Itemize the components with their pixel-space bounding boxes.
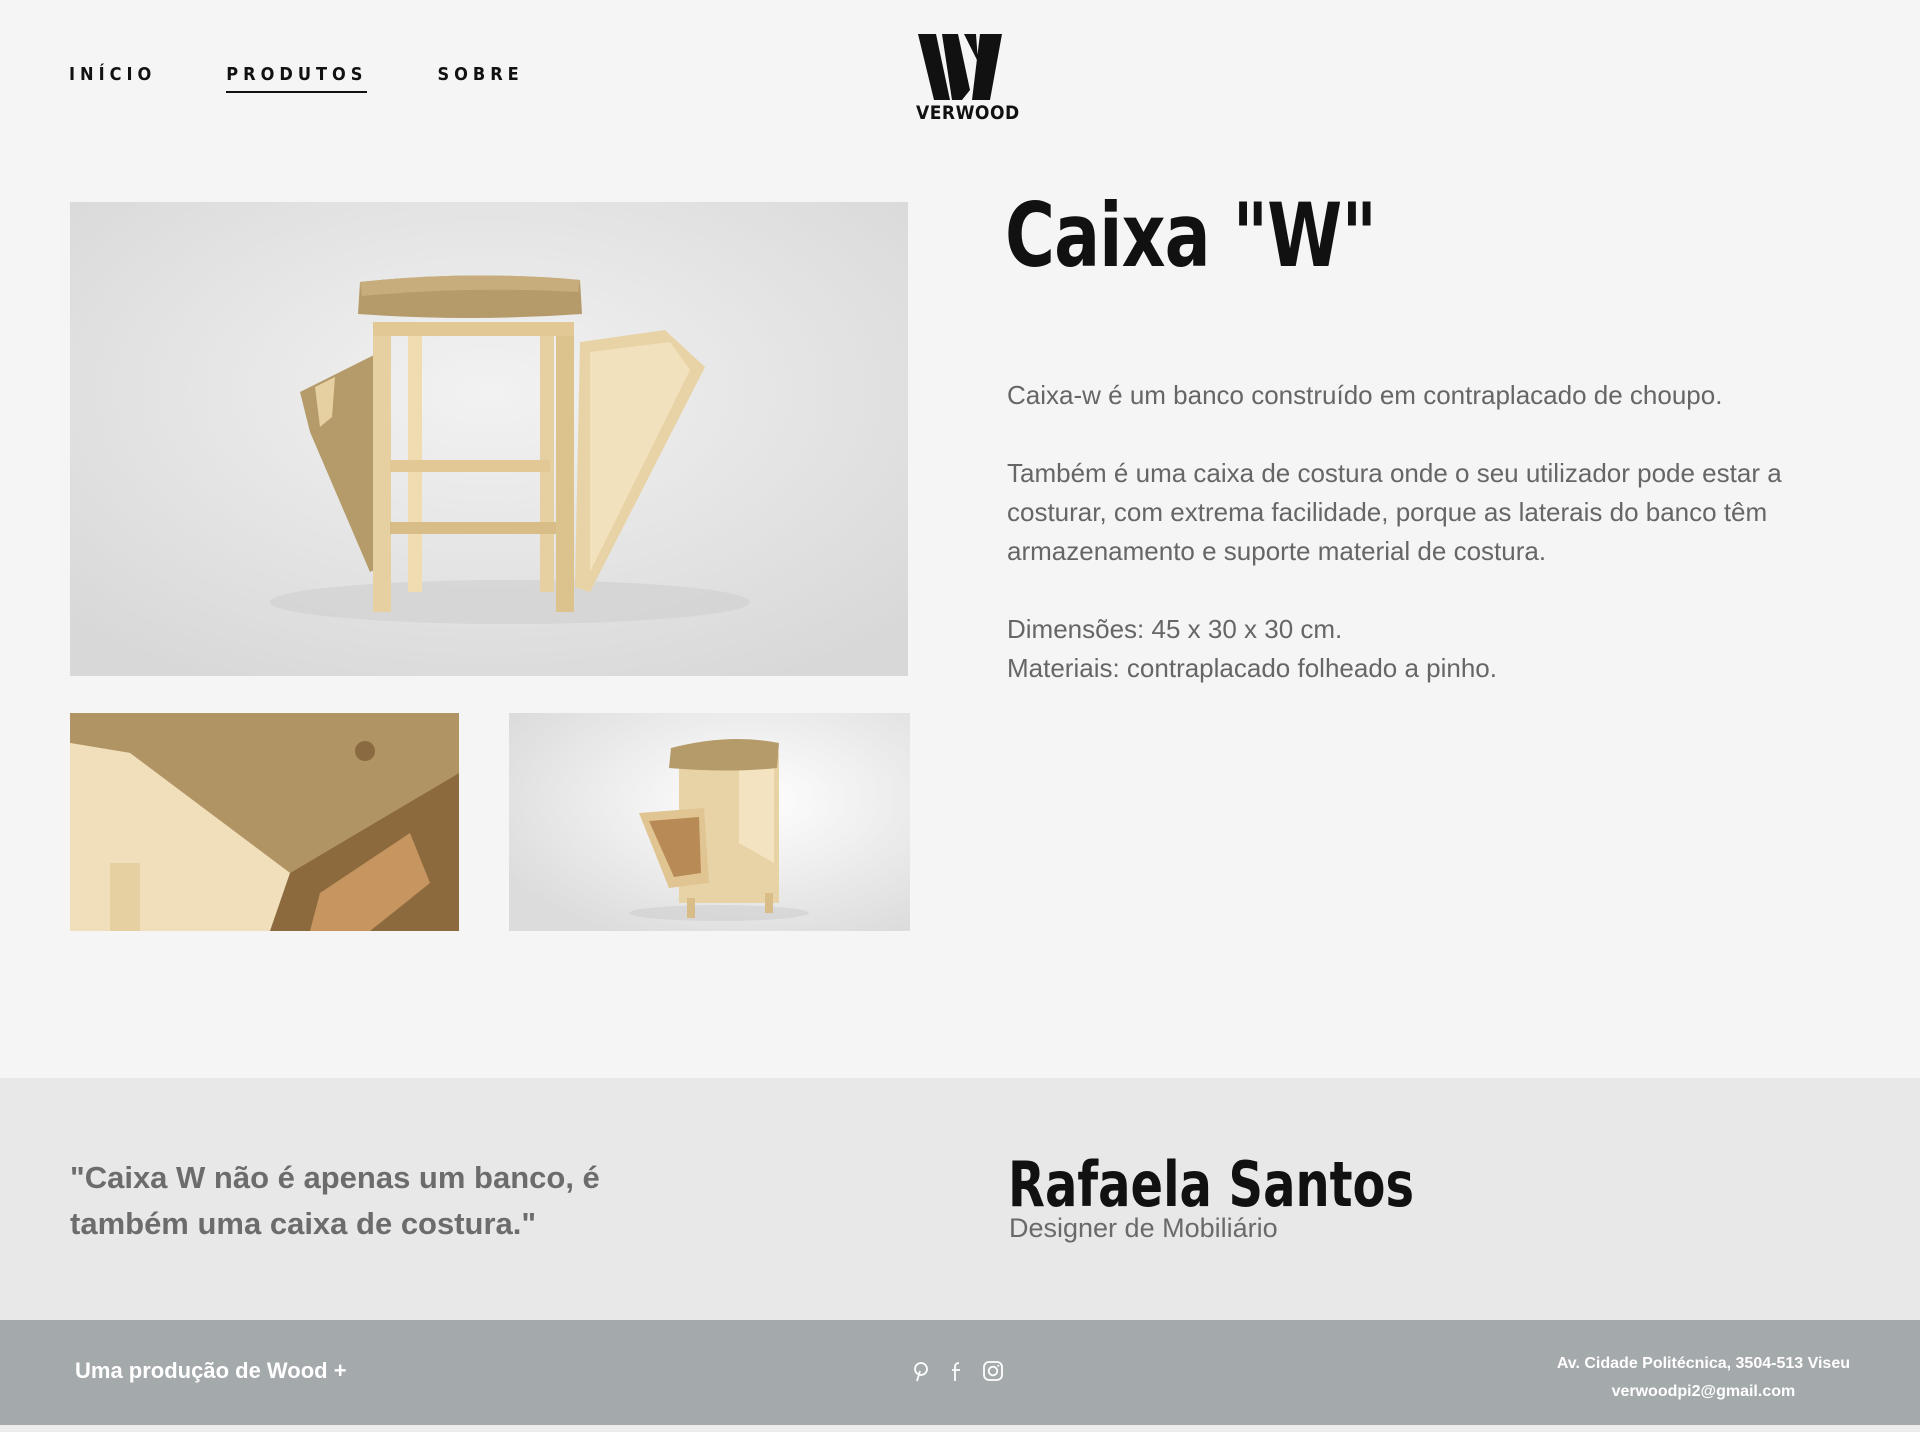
- pinterest-icon[interactable]: [910, 1360, 932, 1382]
- logo[interactable]: VERWOOD: [916, 32, 1020, 124]
- footer: Uma produção de Wood + Av. Cidade Polité…: [0, 1320, 1920, 1425]
- product-dimensions: Dimensões: 45 x 30 x 30 cm.: [1007, 614, 1343, 644]
- footer-address: Av. Cidade Politécnica, 3504-513 Viseu: [1556, 1355, 1850, 1372]
- social-links: [910, 1360, 1004, 1382]
- main-nav: INÍCIO PRODUTOS SOBRE: [69, 64, 594, 93]
- product-materials: Materiais: contraplacado folheado a pinh…: [1007, 653, 1497, 683]
- description-paragraph-1: Caixa-w é um banco construído em contrap…: [1007, 380, 1723, 410]
- nav-inicio[interactable]: INÍCIO: [69, 64, 156, 93]
- logo-w-mark: [918, 34, 1002, 100]
- bottom-strip: [0, 1425, 1920, 1432]
- product-main-image[interactable]: [70, 202, 908, 676]
- footer-credit: Uma produção de Wood +: [75, 1358, 347, 1383]
- designer-role: Designer de Mobiliário: [1009, 1213, 1278, 1243]
- product-title: Caixa "W": [1005, 184, 1377, 287]
- product-thumbnail-open[interactable]: [509, 713, 910, 931]
- testimonial-quote: "Caixa W não é apenas um banco, é também…: [70, 1160, 600, 1241]
- designer-name: Rafaela Santos: [1008, 1148, 1415, 1221]
- footer-email[interactable]: verwoodpi2@gmail.com: [1557, 1378, 1850, 1406]
- nav-sobre[interactable]: SOBRE: [437, 64, 523, 93]
- testimonial-section: "Caixa W não é apenas um banco, é também…: [0, 1078, 1920, 1320]
- footer-contact: Av. Cidade Politécnica, 3504-513 Viseu v…: [1557, 1350, 1850, 1406]
- nav-produtos[interactable]: PRODUTOS: [226, 64, 368, 93]
- description-paragraph-2: Também é uma caixa de costura onde o seu…: [1007, 458, 1782, 566]
- instagram-icon[interactable]: [982, 1360, 1004, 1382]
- facebook-icon[interactable]: [946, 1360, 968, 1382]
- product-description: Caixa-w é um banco construído em contrap…: [1007, 376, 1867, 688]
- product-thumbnail-detail[interactable]: [70, 713, 459, 931]
- logo-text: VERWOOD: [916, 102, 1020, 124]
